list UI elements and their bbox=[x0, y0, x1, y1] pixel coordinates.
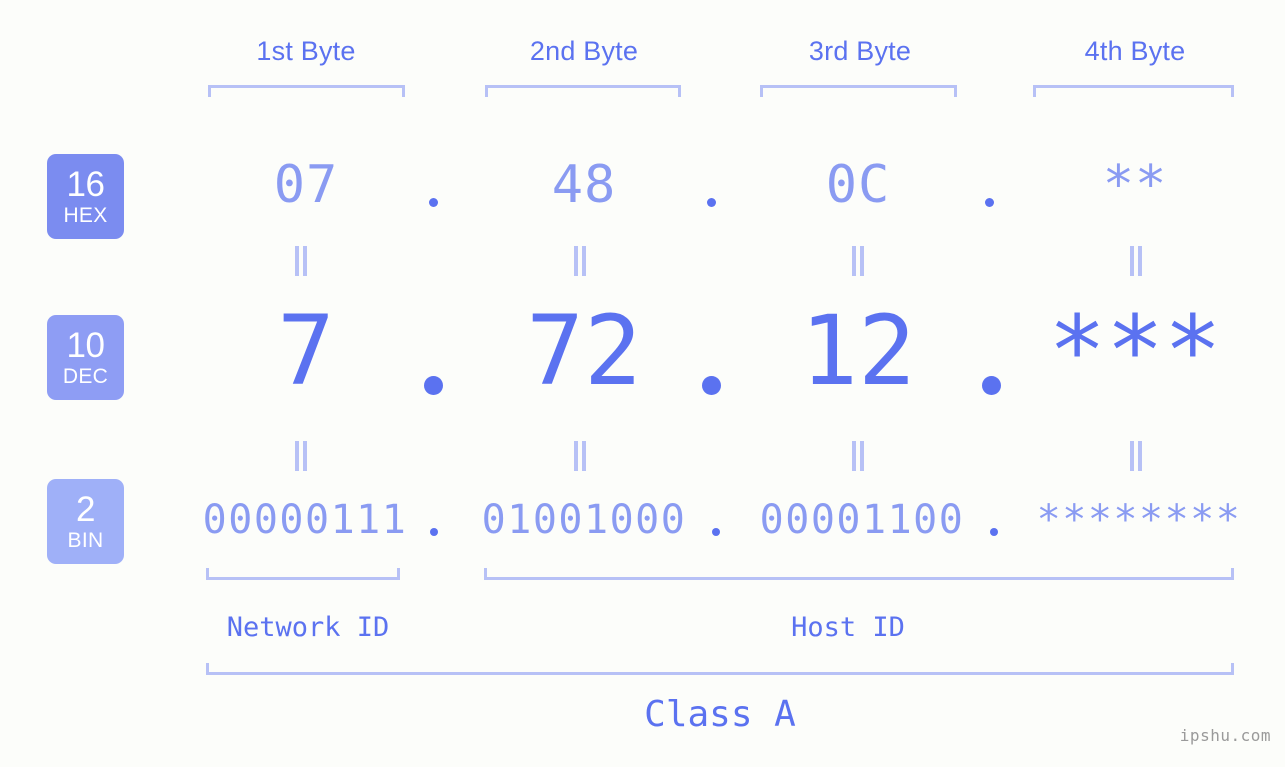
equals-marker-decbin-3 bbox=[851, 441, 865, 471]
host-id-bracket bbox=[484, 568, 1234, 580]
equals-marker-hexdec-2 bbox=[573, 246, 587, 276]
base-badge-dec-number: 10 bbox=[66, 326, 105, 365]
dec-dot-3 bbox=[982, 376, 1001, 395]
dec-value-byte-2: 72 bbox=[526, 295, 642, 407]
ip-address-breakdown-diagram: 1st Byte 2nd Byte 3rd Byte 4th Byte 16 H… bbox=[0, 0, 1285, 767]
equals-marker-hexdec-4 bbox=[1129, 246, 1143, 276]
bin-dot-3 bbox=[990, 528, 998, 536]
base-badge-bin-label: BIN bbox=[67, 529, 104, 552]
base-badge-hex: 16 HEX bbox=[47, 154, 124, 239]
hex-dot-1 bbox=[429, 198, 438, 207]
byte-header-1: 1st Byte bbox=[256, 36, 356, 66]
network-id-bracket bbox=[206, 568, 400, 580]
hex-dot-3 bbox=[985, 198, 994, 207]
dec-value-byte-4: *** bbox=[1048, 295, 1222, 407]
byte-header-4: 4th Byte bbox=[1084, 36, 1186, 66]
bin-value-byte-4: ******** bbox=[1036, 497, 1242, 543]
dec-dot-1 bbox=[424, 376, 443, 395]
bin-value-byte-2: 01001000 bbox=[481, 497, 687, 543]
bin-dot-1 bbox=[430, 528, 438, 536]
site-watermark: ipshu.com bbox=[1179, 726, 1271, 745]
base-badge-hex-number: 16 bbox=[66, 165, 105, 204]
hex-value-byte-3: 0C bbox=[825, 155, 891, 215]
class-bracket bbox=[206, 663, 1234, 675]
dec-value-byte-1: 7 bbox=[277, 295, 335, 407]
byte-bracket-top-3 bbox=[760, 85, 957, 97]
dec-dot-2 bbox=[702, 376, 721, 395]
hex-value-byte-4: ** bbox=[1102, 155, 1168, 215]
bin-value-byte-3: 00001100 bbox=[759, 497, 965, 543]
equals-marker-hexdec-1 bbox=[294, 246, 308, 276]
base-badge-dec-label: DEC bbox=[62, 365, 109, 388]
hex-dot-2 bbox=[707, 198, 716, 207]
equals-marker-decbin-2 bbox=[573, 441, 587, 471]
base-badge-bin-number: 2 bbox=[76, 490, 95, 529]
equals-marker-decbin-4 bbox=[1129, 441, 1143, 471]
dec-value-byte-3: 12 bbox=[800, 295, 916, 407]
byte-bracket-top-2 bbox=[485, 85, 681, 97]
byte-bracket-top-4 bbox=[1033, 85, 1234, 97]
hex-value-byte-2: 48 bbox=[551, 155, 617, 215]
byte-header-3: 3rd Byte bbox=[808, 36, 912, 66]
class-label: Class A bbox=[644, 694, 796, 735]
host-id-label: Host ID bbox=[791, 612, 905, 643]
bin-dot-2 bbox=[712, 528, 720, 536]
base-badge-dec: 10 DEC bbox=[47, 315, 124, 400]
bin-value-byte-1: 00000111 bbox=[202, 497, 408, 543]
hex-value-byte-1: 07 bbox=[273, 155, 339, 215]
base-badge-hex-label: HEX bbox=[63, 204, 108, 227]
byte-header-2: 2nd Byte bbox=[529, 36, 639, 66]
equals-marker-hexdec-3 bbox=[851, 246, 865, 276]
base-badge-bin: 2 BIN bbox=[47, 479, 124, 564]
equals-marker-decbin-1 bbox=[294, 441, 308, 471]
byte-bracket-top-1 bbox=[208, 85, 405, 97]
network-id-label: Network ID bbox=[226, 612, 390, 643]
